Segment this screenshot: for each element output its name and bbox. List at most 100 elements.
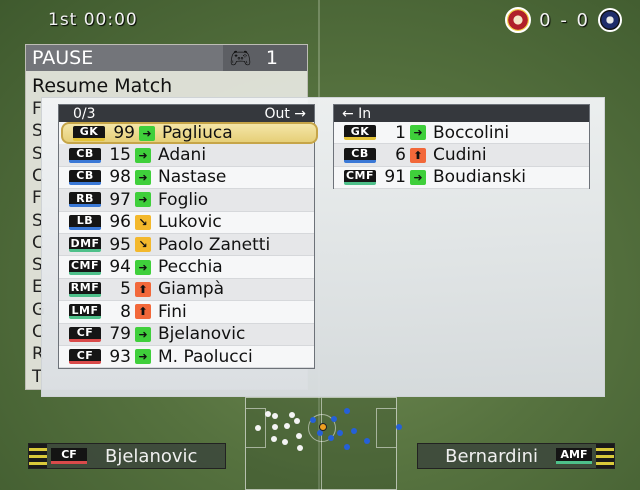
player-name: Pecchia: [158, 257, 223, 278]
in-list-header: ← In: [334, 105, 589, 122]
position-badge: AMF: [556, 448, 592, 464]
condition-arrow-icon: ➜: [135, 192, 151, 208]
away-crest-icon: [598, 8, 622, 32]
player-name: Giampà: [158, 279, 225, 300]
home-player-dot: [297, 445, 303, 451]
player-name: Adani: [158, 145, 207, 166]
home-player-dot: [272, 424, 278, 430]
away-player-dot: [337, 430, 343, 436]
in-list: ← In GK 1 ➜ Boccolini CB 6 ⬆ Cudini CMF 91 ➜ Boudia…: [333, 104, 590, 190]
home-crest-icon: [505, 7, 532, 33]
home-player-dot: [282, 439, 288, 445]
condition-arrow-icon: ➜: [135, 259, 151, 275]
position-badge: CMF: [69, 259, 101, 275]
player-row[interactable]: CB 98 ➜ Nastase: [59, 167, 314, 190]
away-player-dot: [364, 438, 370, 444]
home-player-dot: [284, 423, 290, 429]
ball-marker: [319, 423, 327, 431]
player-name: Bjelanovic: [158, 324, 246, 345]
player-name: Paolo Zanetti: [158, 234, 271, 255]
condition-arrow-icon: ➜: [135, 349, 151, 365]
condition-arrow-icon: ➜: [135, 169, 151, 185]
player-name: Cudini: [433, 145, 487, 166]
shirt-number: 98: [109, 167, 131, 188]
position-badge: GK: [73, 125, 105, 141]
shirt-number: 1: [395, 122, 406, 143]
away-player-dot: [328, 435, 334, 441]
shirt-number: 97: [109, 189, 131, 210]
player-row[interactable]: CF 93 ➜ M. Paolucci: [59, 346, 314, 369]
away-player-dot: [351, 428, 357, 434]
away-player-dot: [331, 416, 337, 422]
position-badge: CF: [69, 349, 101, 365]
shirt-number: 93: [109, 346, 131, 367]
gamepad-icon: 🎮︎: [229, 47, 252, 69]
condition-arrow-icon: ➜: [410, 169, 426, 185]
scoreboard: 0 - 0: [505, 6, 622, 34]
position-badge: CB: [69, 169, 101, 185]
shirt-number: 6: [395, 145, 406, 166]
player-name: Bjelanovic: [105, 445, 198, 467]
condition-arrow-icon: ⬆: [135, 304, 151, 320]
condition-arrow-icon: ➜: [135, 147, 151, 163]
menu-item-resume-match[interactable]: Resume Match: [32, 75, 172, 97]
condition-arrow-icon: ⬆: [410, 147, 426, 163]
home-player-dot: [294, 418, 300, 424]
home-player-dot: [296, 433, 302, 439]
shirt-number: 95: [109, 234, 131, 255]
player-row[interactable]: CB 15 ➜ Adani: [59, 144, 314, 167]
player-row[interactable]: LMF 8 ⬆ Fini: [59, 301, 314, 324]
player-row[interactable]: RMF 5 ⬆ Giampà: [59, 278, 314, 302]
shirt-number: 15: [109, 145, 131, 166]
home-player-dot: [272, 413, 278, 419]
position-badge: LMF: [69, 304, 101, 320]
player-name: Bernardini: [445, 445, 538, 467]
player-name: Nastase: [158, 167, 227, 188]
player-name: M. Paolucci: [158, 346, 253, 367]
home-player-dot: [255, 425, 261, 431]
position-badge: RB: [69, 192, 101, 208]
shirt-number: 99: [113, 123, 135, 144]
player-row[interactable]: CMF 91 ➜ Boudianski: [334, 167, 589, 190]
condition-arrow-icon: ↘: [135, 214, 151, 230]
player-name: Foglio: [158, 189, 209, 210]
pause-title: PAUSE: [32, 47, 94, 69]
shirt-number: 96: [109, 212, 131, 233]
player-row[interactable]: CF 79 ➜ Bjelanovic: [59, 323, 314, 346]
out-list-header: 0/3 Out →: [59, 105, 314, 122]
position-badge: CF: [69, 326, 101, 342]
player-row[interactable]: GK 99 ➜ Pagliuca: [61, 122, 318, 145]
position-badge: LB: [69, 214, 101, 230]
player-row[interactable]: DMF 95 ↘ Paolo Zanetti: [59, 233, 314, 257]
player-name: Boccolini: [433, 122, 510, 143]
controller-count: 1: [265, 47, 278, 69]
shirt-number: 94: [109, 257, 131, 278]
player-name: Fini: [158, 301, 187, 322]
home-player-dot: [271, 436, 277, 442]
shirt-number: 8: [120, 301, 131, 322]
player-row[interactable]: CB 6 ⬆ Cudini: [334, 144, 589, 167]
team-stripe: [596, 444, 614, 468]
substitution-panel: 0/3 Out → GK 99 ➜ Pagliuca CB 15 ➜ Adani CB 98 ➜ Na…: [41, 97, 605, 397]
player-row[interactable]: LB 96 ↘ Lukovic: [59, 212, 314, 234]
shirt-number: 79: [109, 324, 131, 345]
condition-arrow-icon: ↘: [135, 237, 151, 253]
right-penalty-box: [376, 408, 396, 448]
in-label: ← In: [342, 105, 372, 122]
active-player-away: Bernardini AMF: [417, 443, 615, 469]
position-badge: CB: [69, 147, 101, 163]
out-label: Out →: [264, 105, 306, 122]
player-row[interactable]: CMF 94 ➜ Pecchia: [59, 256, 314, 279]
away-player-dot: [344, 408, 350, 414]
pause-header: PAUSE 🎮︎ 1: [26, 45, 307, 71]
player-row[interactable]: RB 97 ➜ Foglio: [59, 189, 314, 212]
match-clock: 1st 00:00: [48, 10, 138, 30]
radar-minimap: [245, 397, 402, 490]
position-badge: DMF: [69, 237, 101, 253]
away-player-dot: [396, 424, 402, 430]
player-row[interactable]: GK 1 ➜ Boccolini: [334, 122, 589, 145]
condition-arrow-icon: ➜: [410, 125, 426, 141]
out-list: 0/3 Out → GK 99 ➜ Pagliuca CB 15 ➜ Adani CB 98 ➜ Na…: [58, 104, 318, 369]
home-player-dot: [289, 412, 295, 418]
condition-arrow-icon: ⬆: [135, 281, 151, 297]
